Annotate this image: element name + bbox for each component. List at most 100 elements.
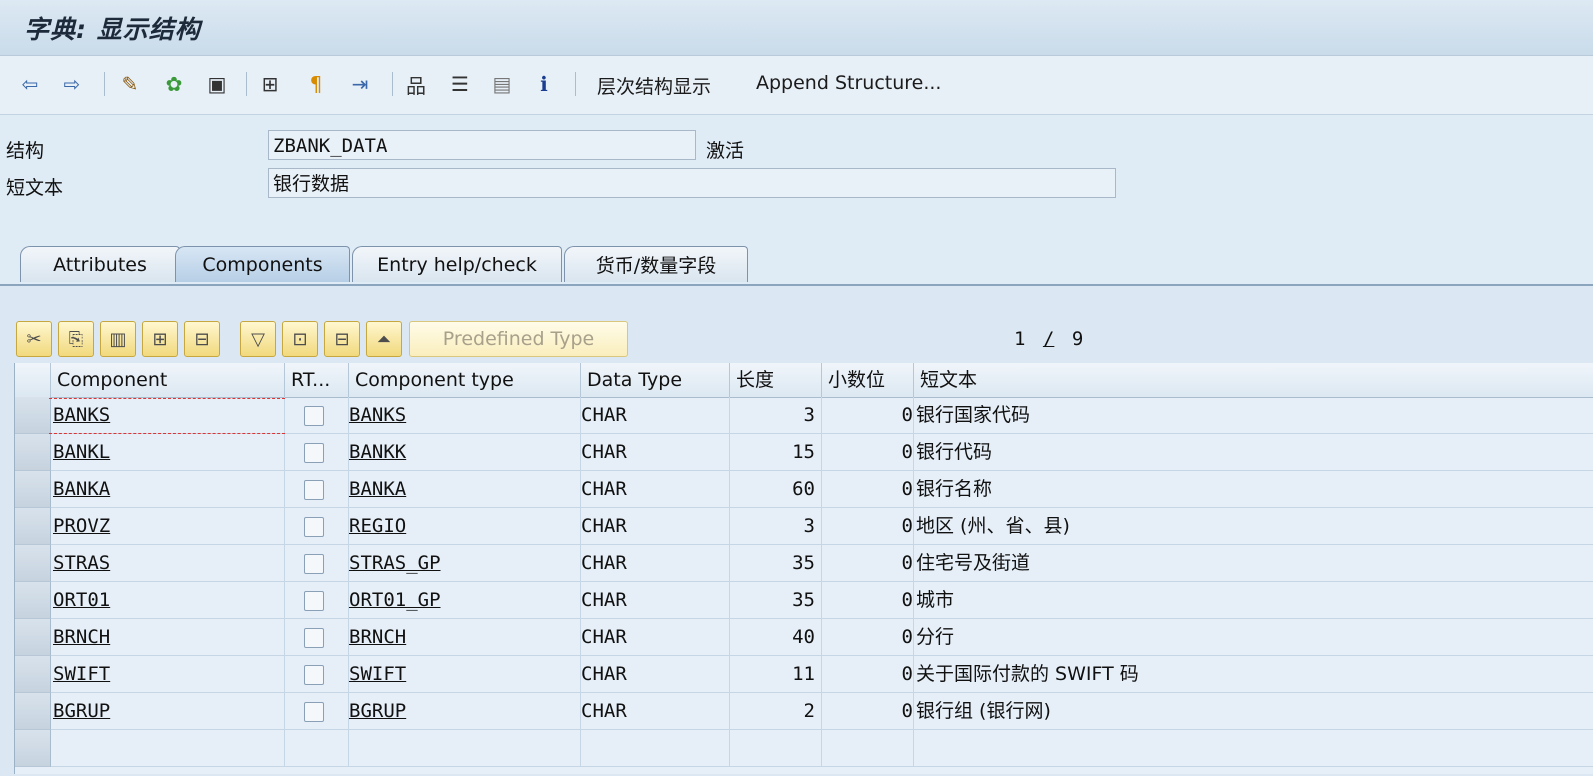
display-change-icon[interactable]: ✎ [116,70,144,98]
component-name[interactable]: BANKA [53,478,110,500]
component-cell[interactable]: ORT01 [51,582,285,619]
row-selector[interactable] [15,508,51,545]
structure-name-field[interactable]: ZBANK_DATA [268,130,696,160]
rt-checkbox[interactable] [304,406,324,426]
component-type-cell[interactable]: BRNCH [349,619,581,656]
length-cell[interactable]: 3 [730,508,822,545]
decimals-cell[interactable]: 0 [822,508,914,545]
component-type[interactable]: BGRUP [349,700,406,722]
component-type[interactable]: STRAS_GP [349,552,441,574]
collapse-icon[interactable]: ⊟ [324,321,360,357]
delete-row-icon[interactable]: ⊟ [184,321,220,357]
length-cell[interactable]: 2 [730,693,822,730]
component-type[interactable]: BANKS [349,404,406,426]
data-type-cell[interactable]: CHAR [581,545,730,582]
where-used-icon[interactable]: ⊞ [256,70,284,98]
append-structure-button[interactable]: Append Structure... [756,72,941,94]
row-selector[interactable] [15,730,51,767]
column-header-rt[interactable]: RT... [285,363,349,397]
component-type[interactable]: BANKA [349,478,406,500]
navigation-window-icon[interactable]: ⇥ [346,70,374,98]
length-cell[interactable]: 35 [730,545,822,582]
component-cell[interactable]: BANKL [51,434,285,471]
column-header-decimals[interactable]: 小数位 [822,363,914,397]
data-type-cell[interactable]: CHAR [581,656,730,693]
row-selector[interactable] [15,434,51,471]
column-header-short-text[interactable]: 短文本 [914,363,1593,397]
rt-checkbox[interactable] [304,480,324,500]
component-type-cell[interactable]: REGIO [349,508,581,545]
row-selector[interactable] [15,582,51,619]
info-icon[interactable]: ℹ [530,70,558,98]
sort-down-icon[interactable]: ▽ [240,321,276,357]
component-name[interactable]: ORT01 [53,589,110,611]
tab-components[interactable]: Components [175,246,350,282]
component-type-cell[interactable]: BANKS [349,397,581,434]
short-text-field[interactable]: 银行数据 [268,168,1116,198]
length-cell[interactable]: 40 [730,619,822,656]
data-type-cell[interactable] [581,730,730,767]
data-type-cell[interactable]: CHAR [581,619,730,656]
rt-checkbox[interactable] [304,665,324,685]
component-type-cell[interactable]: BANKA [349,471,581,508]
component-type-cell[interactable]: ORT01_GP [349,582,581,619]
decimals-cell[interactable]: 0 [822,471,914,508]
data-type-cell[interactable]: CHAR [581,434,730,471]
decimals-cell[interactable]: 0 [822,693,914,730]
component-type[interactable]: ORT01_GP [349,589,441,611]
row-selector[interactable] [15,619,51,656]
paste-icon[interactable]: ▥ [100,321,136,357]
row-selector[interactable] [15,397,51,434]
length-cell[interactable]: 35 [730,582,822,619]
object-list-icon[interactable]: ¶ [302,70,330,98]
component-cell[interactable]: BRNCH [51,619,285,656]
component-cell[interactable]: PROVZ [51,508,285,545]
length-cell[interactable]: 15 [730,434,822,471]
data-type-cell[interactable]: CHAR [581,471,730,508]
stack-icon[interactable]: ☰ [446,70,474,98]
row-selector[interactable] [15,693,51,730]
rt-checkbox[interactable] [304,591,324,611]
component-name[interactable]: STRAS [53,552,110,574]
decimals-cell[interactable] [822,730,914,767]
predefined-type-button[interactable]: Predefined Type [409,321,628,357]
component-type[interactable]: BANKK [349,441,406,463]
rt-checkbox[interactable] [304,517,324,537]
component-type[interactable]: SWIFT [349,663,406,685]
tab-attributes[interactable]: Attributes [20,246,180,282]
data-type-cell[interactable]: CHAR [581,693,730,730]
component-type-cell[interactable]: BANKK [349,434,581,471]
column-header-component[interactable]: Component [51,363,285,397]
sort-up-icon[interactable]: ⏶ [366,321,402,357]
cut-icon[interactable]: ✂ [16,321,52,357]
data-type-cell[interactable]: CHAR [581,508,730,545]
decimals-cell[interactable]: 0 [822,619,914,656]
rt-checkbox[interactable] [304,628,324,648]
length-cell[interactable]: 60 [730,471,822,508]
component-cell[interactable]: BANKA [51,471,285,508]
component-type[interactable]: REGIO [349,515,406,537]
component-cell[interactable] [51,730,285,767]
component-name[interactable]: BRNCH [53,626,110,648]
component-cell[interactable]: BGRUP [51,693,285,730]
forward-arrow-icon[interactable]: ⇨ [58,70,86,98]
decimals-cell[interactable]: 0 [822,582,914,619]
decimals-cell[interactable]: 0 [822,545,914,582]
length-cell[interactable] [730,730,822,767]
hierarchy-icon[interactable]: 品 [402,70,430,98]
component-name[interactable]: BANKL [53,441,110,463]
component-name[interactable]: SWIFT [53,663,110,685]
other-object-icon[interactable]: ▣ [203,70,231,98]
length-cell[interactable]: 11 [730,656,822,693]
component-name[interactable]: PROVZ [53,515,110,537]
component-type[interactable]: BRNCH [349,626,406,648]
data-type-cell[interactable]: CHAR [581,582,730,619]
rt-checkbox[interactable] [304,702,324,722]
component-type-cell[interactable]: STRAS_GP [349,545,581,582]
back-arrow-icon[interactable]: ⇦ [16,70,44,98]
decimals-cell[interactable]: 0 [822,397,914,434]
component-type-cell[interactable]: SWIFT [349,656,581,693]
column-header-data-type[interactable]: Data Type [581,363,730,397]
column-header-component-type[interactable]: Component type [349,363,581,397]
component-type-cell[interactable]: BGRUP [349,693,581,730]
